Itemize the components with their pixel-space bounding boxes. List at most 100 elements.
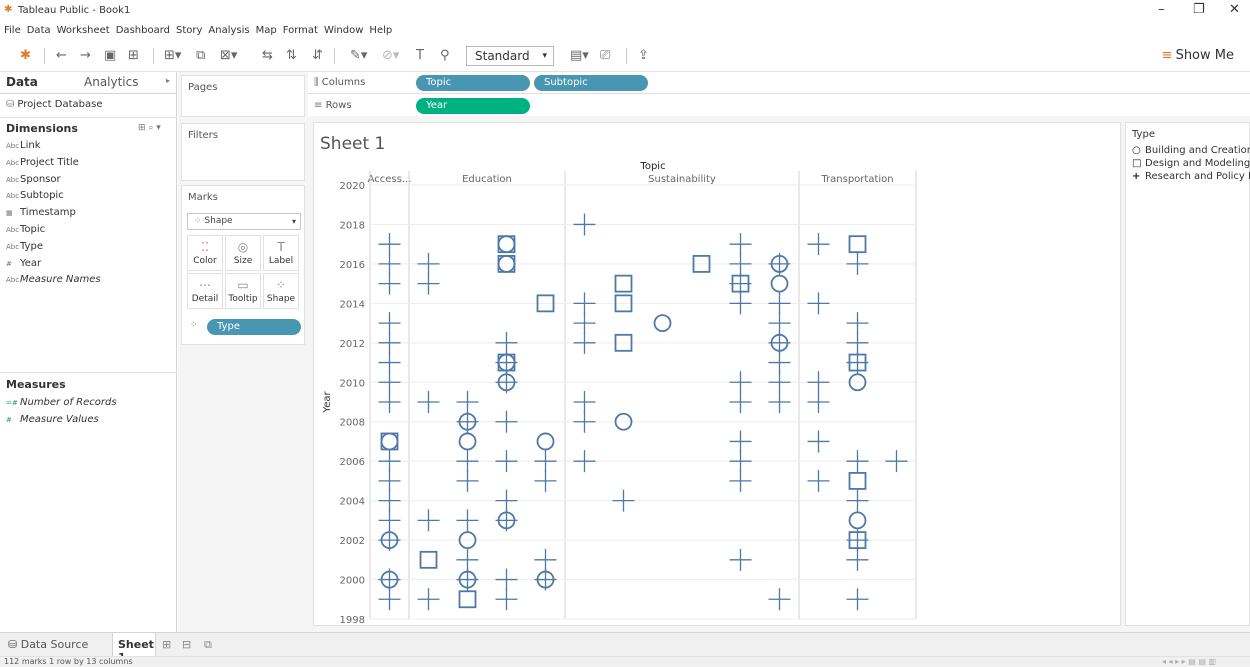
redo-icon[interactable]: → [80,48,91,64]
topic-pill[interactable]: Topic [416,75,530,91]
mark-plus[interactable] [846,548,869,571]
year-pill[interactable]: Year [416,98,530,114]
mark-plus[interactable] [807,292,830,315]
marks-size-button[interactable]: ◎ Size [225,235,261,271]
mark-plus[interactable] [378,371,401,394]
type-shape-pill[interactable]: Type [207,319,301,335]
menu-format[interactable]: Format [283,22,318,40]
field-sponsor[interactable]: AbcSponsor [6,174,61,185]
new-dashboard-icon[interactable]: ⊟ [182,638,191,651]
mark-plus[interactable] [729,548,752,571]
mark-plus[interactable] [846,489,869,512]
mark-plus[interactable] [495,489,518,512]
mark-plus[interactable] [378,489,401,512]
scatter-viz[interactable]: Sheet 1 Topic Access... Education Sustainabi… [314,123,1122,627]
mark-plus[interactable] [534,469,557,492]
data-source-tab[interactable]: ⛁ Data Source [8,638,88,651]
mark-plus[interactable] [495,568,518,591]
mark-plus[interactable] [456,548,479,571]
field-subtopic[interactable]: AbcSubtopic [6,190,64,201]
mark-plus[interactable] [729,469,752,492]
mark-plus[interactable] [378,351,401,374]
mark-plus[interactable] [729,450,752,473]
fix-axes-icon[interactable]: ⚲ [440,48,450,64]
filters-card[interactable]: Filters [181,123,305,181]
tab-data[interactable]: Data [6,75,38,89]
show-labels-icon[interactable]: T [416,48,424,64]
mark-plus[interactable] [495,331,518,354]
mark-plus[interactable] [768,312,791,335]
mark-plus[interactable] [456,469,479,492]
legend-item[interactable]: + Research and Policy R... [1132,171,1250,182]
mark-plus[interactable] [456,509,479,532]
marks-label-button[interactable]: T Label [263,235,299,271]
mark-square[interactable] [419,550,438,569]
mark-plus[interactable] [573,312,596,335]
mark-circle[interactable] [497,235,516,254]
topic-header[interactable]: Transportation [820,174,893,185]
mark-square[interactable] [614,274,633,293]
mark-plus[interactable] [729,233,752,256]
mark-plus[interactable] [495,450,518,473]
mark-circle[interactable] [848,511,867,530]
field-link[interactable]: AbcLink [6,140,40,151]
restore-icon[interactable]: ❐ [1193,2,1205,17]
mark-plus[interactable] [495,509,518,532]
field-number-of-records[interactable]: =# Number of Records [6,397,117,408]
mark-plus[interactable] [846,331,869,354]
mark-plus[interactable] [573,331,596,354]
mark-plus[interactable] [846,450,869,473]
share-icon[interactable]: ⇪ [638,48,649,64]
subtopic-pill[interactable]: Subtopic [534,75,648,91]
mark-plus[interactable] [846,252,869,275]
mark-plus[interactable] [495,371,518,394]
mark-plus[interactable] [417,588,440,611]
show-me-button[interactable]: ≡ Show Me [1162,48,1234,63]
field-timestamp[interactable]: ▦ Timestamp [6,207,76,218]
highlight-icon[interactable]: ✎▾ [350,48,367,64]
mark-plus[interactable] [729,391,752,413]
mark-plus[interactable] [573,213,596,236]
view-search-icon[interactable]: ⊞ ⌕ ▾ [138,123,161,133]
mark-plus[interactable] [456,568,479,591]
minimize-icon[interactable]: – [1158,2,1165,17]
datasource-item[interactable]: ⛁ Project Database [6,99,103,110]
mark-plus[interactable] [768,331,791,354]
new-worksheet-icon[interactable]: ⊞ [162,638,171,651]
mark-plus[interactable] [768,252,791,275]
mark-plus[interactable] [768,391,791,413]
mark-plus[interactable] [573,450,596,473]
mark-plus[interactable] [456,391,479,413]
menu-worksheet[interactable]: Worksheet [57,22,110,40]
sheet-nav-icon[interactable]: ◂ ◂ ▸ ▸ ▤ ▤ ▥ [1162,657,1216,666]
mark-plus[interactable] [378,509,401,532]
presentation-mode-icon[interactable]: ⎚ [600,48,610,64]
marks-shape-button[interactable]: ⁘ Shape [263,273,299,309]
mark-plus[interactable] [417,391,440,413]
mark-plus[interactable] [534,568,557,591]
sort-ascending-icon[interactable]: ⇅ [286,48,297,64]
mark-square[interactable] [848,472,867,490]
group-icon[interactable]: ⊘▾ [382,48,399,64]
menu-help[interactable]: Help [369,22,392,40]
mark-plus[interactable] [768,292,791,315]
mark-plus[interactable] [378,233,401,256]
mark-plus[interactable] [378,588,401,611]
mark-plus[interactable] [378,529,401,552]
mark-plus[interactable] [456,410,479,433]
menu-story[interactable]: Story [176,22,202,40]
tab-analytics[interactable]: Analytics [84,75,139,89]
add-datasource-icon[interactable]: ⊞ [128,48,139,64]
mark-plus[interactable] [534,548,557,571]
mark-plus[interactable] [378,252,401,275]
mark-plus[interactable] [378,450,401,473]
mark-plus[interactable] [846,588,869,611]
new-worksheet-icon[interactable]: ⊞▾ [164,48,181,64]
field-type[interactable]: AbcType [6,241,43,252]
legend-item[interactable]: □ Design and Modeling [1132,158,1250,169]
mark-plus[interactable] [378,272,401,295]
field-topic[interactable]: AbcTopic [6,224,45,235]
topic-header[interactable]: Sustainability [648,174,716,185]
mark-plus[interactable] [495,588,518,611]
mark-plus[interactable] [768,588,791,611]
